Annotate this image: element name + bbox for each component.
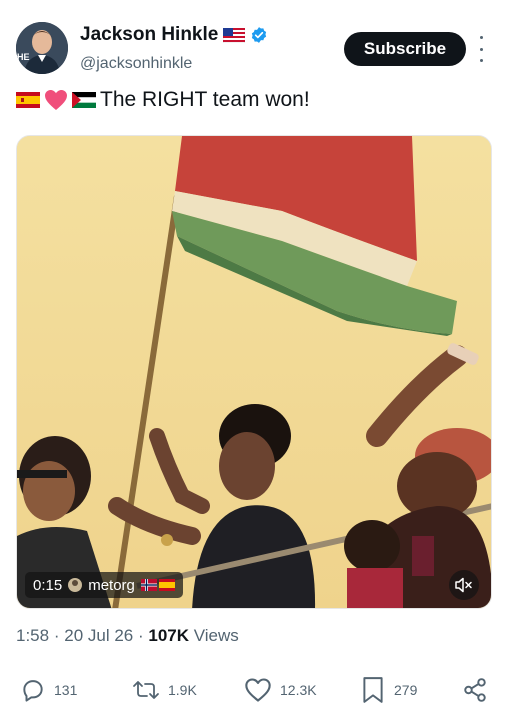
tweet-meta: 1:58 · 20 Jul 26 · 107K Views bbox=[16, 626, 239, 646]
avatar-image: HE bbox=[16, 22, 68, 74]
meta-separator: · bbox=[137, 626, 144, 645]
repost-icon bbox=[133, 681, 159, 699]
more-vertical-icon[interactable] bbox=[476, 36, 486, 62]
verified-badge-icon bbox=[252, 27, 267, 43]
tweet-text-row: The RIGHT team won! bbox=[16, 88, 310, 112]
more-dot bbox=[479, 59, 483, 62]
subscribe-button[interactable]: Subscribe bbox=[344, 32, 466, 66]
repost-count: 1.9K bbox=[168, 682, 197, 698]
video-frame bbox=[17, 136, 491, 608]
views-count: 107K bbox=[148, 626, 190, 645]
like-count: 12.3K bbox=[280, 682, 317, 698]
tweet-time[interactable]: 1:58 bbox=[16, 626, 49, 645]
bookmark-icon bbox=[363, 677, 383, 703]
more-dot bbox=[479, 47, 483, 51]
video-elapsed: 0:15 bbox=[33, 576, 63, 594]
views-label: Views bbox=[193, 626, 239, 645]
share-button[interactable] bbox=[462, 672, 488, 708]
engagement-bar: 131 1.9K 12.3K 279 bbox=[0, 672, 508, 708]
video-player[interactable]: 0:15 metorg bbox=[16, 135, 492, 609]
spain-flag-icon bbox=[16, 92, 40, 108]
svg-text:HE: HE bbox=[17, 52, 30, 62]
user-avatar-icon bbox=[68, 578, 83, 592]
video-time-badge: 0:15 metorg bbox=[25, 572, 183, 598]
reply-icon bbox=[23, 680, 43, 702]
author-avatar[interactable]: HE bbox=[16, 22, 68, 74]
bookmark-button[interactable]: 279 bbox=[360, 672, 417, 708]
bookmark-count: 279 bbox=[394, 682, 418, 698]
palestine-flag-icon bbox=[72, 92, 96, 108]
author-name[interactable]: Jackson Hinkle bbox=[80, 24, 218, 46]
reply-button[interactable]: 131 bbox=[20, 672, 77, 708]
tweet-date[interactable]: 20 Jul 26 bbox=[64, 626, 133, 645]
reply-count: 131 bbox=[54, 682, 78, 698]
pink-heart-icon bbox=[45, 90, 67, 110]
tweet-text: The RIGHT team won! bbox=[100, 88, 310, 111]
overlay-flags-icon bbox=[140, 579, 175, 591]
author-handle[interactable]: @jacksonhinkle bbox=[80, 55, 192, 73]
author-name-row[interactable]: Jackson Hinkle bbox=[80, 24, 268, 46]
video-overlay-user: metorg bbox=[88, 576, 135, 594]
like-button[interactable]: 12.3K bbox=[244, 672, 317, 708]
share-icon bbox=[464, 678, 486, 702]
more-dot bbox=[479, 36, 483, 39]
muted-speaker-icon[interactable] bbox=[449, 570, 479, 600]
us-flag-icon bbox=[223, 27, 246, 43]
repost-button[interactable]: 1.9K bbox=[132, 672, 197, 708]
meta-separator: · bbox=[53, 626, 60, 645]
mute-glyph bbox=[455, 577, 472, 593]
heart-icon bbox=[245, 678, 271, 702]
